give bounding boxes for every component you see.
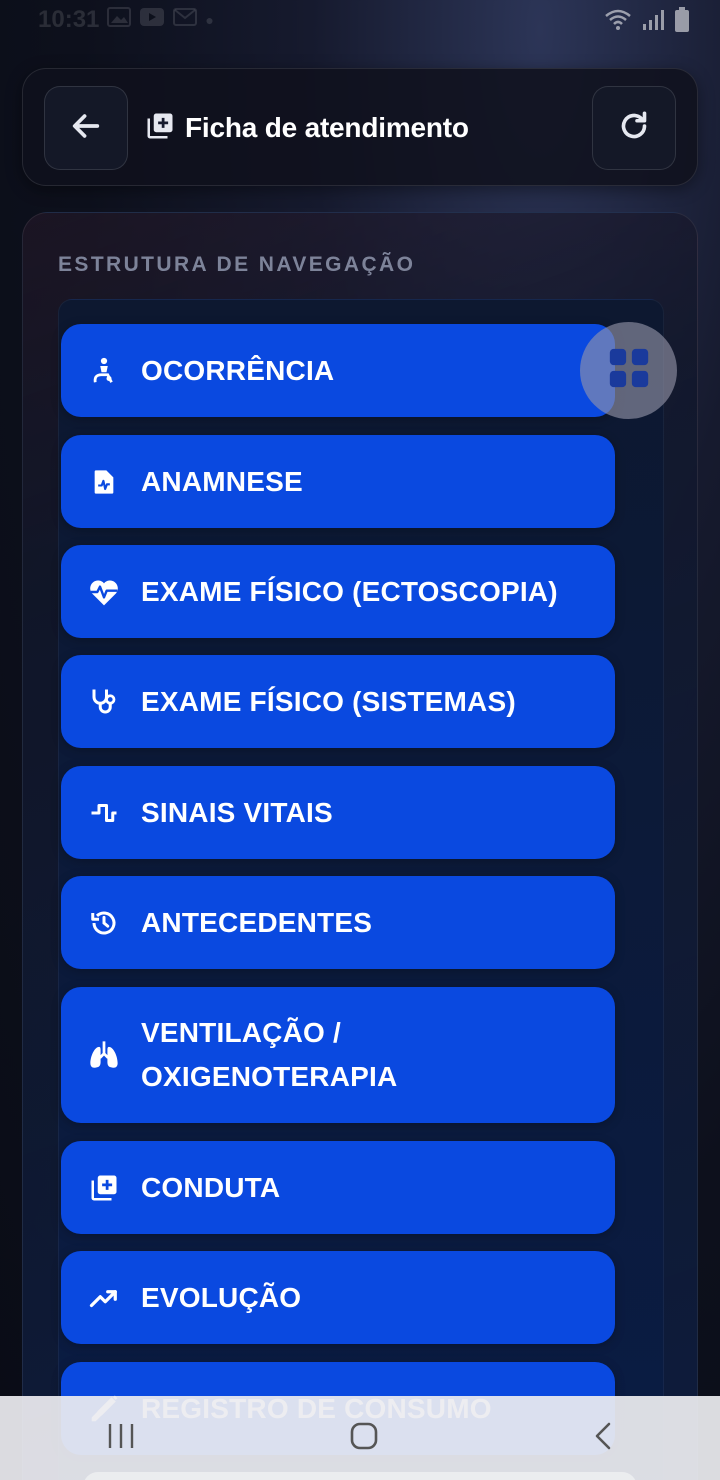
grid-icon	[606, 345, 652, 396]
header-bar: Ficha de atendimento	[22, 68, 698, 186]
nav-item-label: EXAME FÍSICO (ECTOSCOPIA)	[141, 575, 558, 607]
nav-item-sinais-vitais[interactable]: SINAIS VITAIS	[61, 766, 615, 859]
nav-item-exame-ectoscopia[interactable]: EXAME FÍSICO (ECTOSCOPIA)	[61, 545, 615, 638]
system-navigation-bar	[0, 1396, 720, 1480]
signal-icon	[642, 9, 664, 31]
library-add-icon	[87, 1171, 121, 1205]
nav-item-label: ANAMNESE	[141, 465, 303, 497]
nav-item-label: OCORRÊNCIA	[141, 354, 335, 386]
stethoscope-icon	[87, 685, 121, 719]
recent-apps-icon[interactable]	[106, 1422, 136, 1455]
arrow-left-icon	[69, 109, 103, 148]
nav-item-conduta[interactable]: CONDUTA	[61, 1141, 615, 1234]
nav-item-label: SINAIS VITAIS	[141, 796, 333, 828]
dot-icon: ●	[205, 12, 214, 28]
gallery-icon	[107, 6, 132, 34]
nav-item-anamnese[interactable]: ANAMNESE	[61, 435, 615, 528]
medical-file-icon	[87, 465, 121, 499]
nav-item-ventilacao[interactable]: VENTILAÇÃO / OXIGENOTERAPIA	[61, 987, 615, 1123]
status-bar: 10:31 ●	[0, 0, 720, 46]
gmail-icon	[173, 6, 198, 34]
status-time: 10:31	[38, 6, 100, 33]
nav-item-ocorrencia[interactable]: OCORRÊNCIA	[61, 324, 615, 417]
nav-item-label: EXAME FÍSICO (SISTEMAS)	[141, 685, 516, 717]
back-icon[interactable]	[592, 1421, 614, 1456]
nav-item-label: ANTECEDENTES	[141, 906, 373, 938]
youtube-icon	[139, 6, 165, 34]
home-icon[interactable]	[349, 1421, 379, 1456]
nav-item-label-line1: VENTILAÇÃO /	[141, 1017, 341, 1048]
nav-item-evolucao[interactable]: EVOLUÇÃO	[61, 1251, 615, 1344]
nav-item-label: CONDUTA	[141, 1171, 281, 1203]
nav-item-label: VENTILAÇÃO / OXIGENOTERAPIA	[141, 1011, 397, 1099]
nav-item-label-line2: OXIGENOTERAPIA	[141, 1061, 398, 1092]
back-button[interactable]	[44, 86, 128, 170]
battery-icon	[674, 7, 690, 33]
nav-item-antecedentes[interactable]: ANTECEDENTES	[61, 876, 615, 969]
nav-item-label: EVOLUÇÃO	[141, 1281, 302, 1313]
trending-up-icon	[87, 1281, 121, 1315]
library-add-icon	[145, 111, 175, 146]
lungs-icon	[87, 1038, 121, 1072]
page-title: Ficha de atendimento	[185, 112, 469, 143]
refresh-button[interactable]	[592, 86, 676, 170]
section-label: ESTRUTURA DE NAVEGAÇÃO	[58, 253, 416, 276]
wifi-icon	[604, 9, 632, 31]
accident-person-icon	[87, 354, 121, 388]
refresh-icon	[616, 108, 652, 149]
pulse-wave-icon	[87, 796, 121, 830]
nav-item-exame-sistemas[interactable]: EXAME FÍSICO (SISTEMAS)	[61, 655, 615, 748]
menu-grid-button[interactable]	[580, 322, 677, 419]
heart-pulse-icon	[87, 575, 121, 609]
history-icon	[87, 906, 121, 940]
